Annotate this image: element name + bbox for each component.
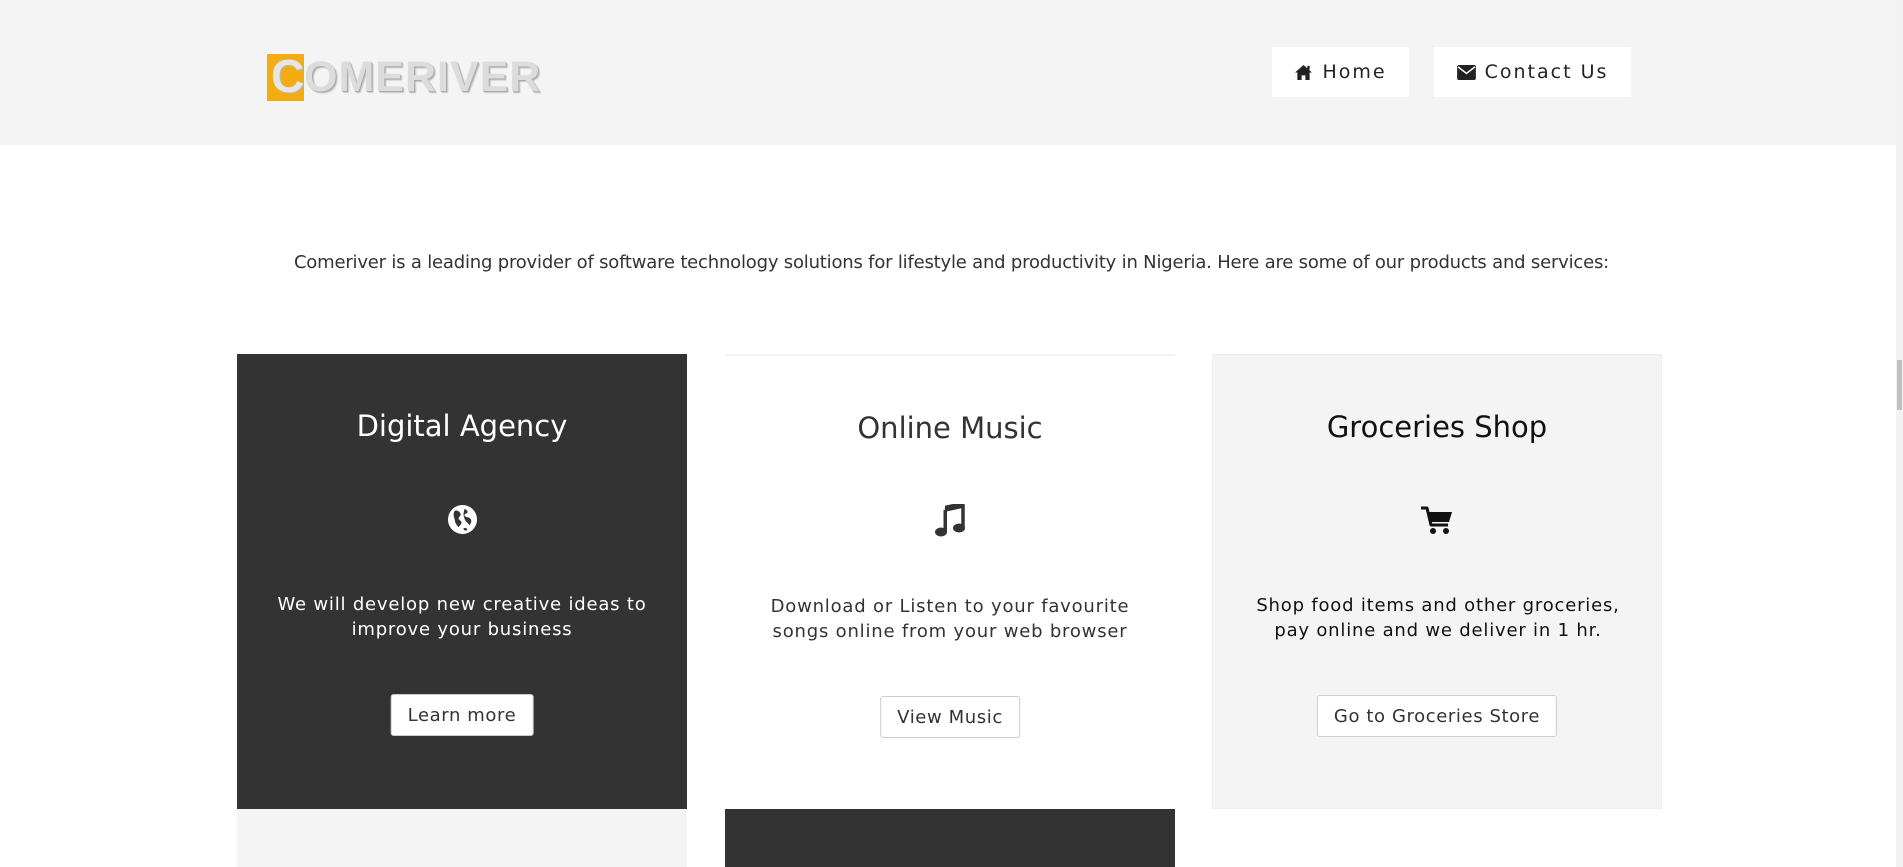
logo-first-letter: C <box>271 50 305 102</box>
comeriver-logo[interactable]: C OMERIVER <box>267 50 542 102</box>
logo-accent-box: C <box>267 50 305 102</box>
next-card-middle <box>725 809 1175 867</box>
envelope-icon <box>1456 64 1476 80</box>
card-title: Online Music <box>857 411 1043 445</box>
nav-contact-label: Contact Us <box>1484 61 1609 83</box>
card-description: Download or Listen to your favourite son… <box>770 596 1130 642</box>
home-icon <box>1295 64 1313 80</box>
card-online-music: Online Music Download or Listen to your … <box>725 354 1175 809</box>
card-digital-agency: Digital Agency We will develop new creat… <box>237 354 687 809</box>
globe-icon <box>445 502 479 536</box>
card-description: Shop food items and other groceries, pay… <box>1256 595 1620 641</box>
card-title: Digital Agency <box>356 409 568 443</box>
nav-contact-button[interactable]: Contact Us <box>1434 47 1631 97</box>
logo-wordmark: OMERIVER <box>304 53 542 101</box>
nav-home-button[interactable]: Home <box>1272 47 1409 97</box>
card-groceries-shop: Groceries Shop Shop food items and other… <box>1212 354 1662 809</box>
learn-more-button[interactable]: Learn more <box>390 694 534 736</box>
intro-text: Comeriver is a leading provider of softw… <box>293 252 1610 273</box>
shopping-cart-icon <box>1420 503 1454 537</box>
view-music-button[interactable]: View Music <box>880 696 1020 738</box>
go-to-groceries-store-button[interactable]: Go to Groceries Store <box>1316 695 1558 737</box>
scrollbar-thumb[interactable] <box>1897 360 1902 410</box>
page-scrollbar[interactable] <box>1896 0 1903 867</box>
nav-home-label: Home <box>1322 61 1387 83</box>
next-card-left <box>237 809 687 867</box>
site-header: C OMERIVER Home Contact Us <box>0 0 1903 145</box>
card-description: We will develop new creative ideas to im… <box>277 594 647 640</box>
card-title: Groceries Shop <box>1326 410 1548 444</box>
music-note-icon <box>933 504 967 538</box>
